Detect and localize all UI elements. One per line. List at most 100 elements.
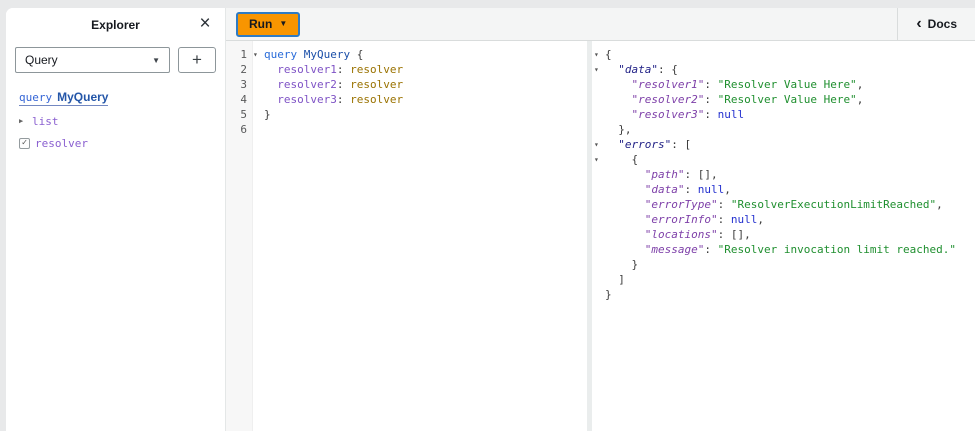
fold-gutter xyxy=(594,182,605,197)
line-number: 6 xyxy=(226,122,247,137)
fold-arrow-icon[interactable]: ▾ xyxy=(594,137,605,152)
line-text: "message": "Resolver invocation limit re… xyxy=(605,242,956,257)
response-line: "errorInfo": null, xyxy=(594,212,975,227)
line-text: } xyxy=(605,257,638,272)
tree-item-resolver[interactable]: ✓ resolver xyxy=(19,136,216,150)
response-pane: ▾{▾ "data": { "resolver1": "Resolver Val… xyxy=(592,41,975,431)
fold-gutter xyxy=(594,242,605,257)
line-text: "path": [], xyxy=(605,167,718,182)
explorer-panel: Explorer × Query ▼ + query MyQuery xyxy=(6,8,226,431)
fold-gutter xyxy=(253,77,264,92)
fold-gutter xyxy=(594,167,605,182)
tree-item-label: resolver xyxy=(35,137,88,150)
operation-type-row: Query ▼ + xyxy=(15,47,216,73)
fold-gutter xyxy=(594,122,605,137)
line-text: "resolver3": null xyxy=(605,107,744,122)
line-text: resolver2: resolver xyxy=(264,77,403,92)
operation-keyword: query xyxy=(19,91,52,104)
line-text: ] xyxy=(605,272,625,287)
fold-gutter xyxy=(594,212,605,227)
fold-arrow-icon[interactable]: ▾ xyxy=(594,62,605,77)
query-editor-pane[interactable]: 123456 ▾query MyQuery { resolver1: resol… xyxy=(226,41,587,431)
plus-icon: + xyxy=(192,50,202,70)
add-operation-button[interactable]: + xyxy=(178,47,216,73)
response-line: "errorType": "ResolverExecutionLimitReac… xyxy=(594,197,975,212)
code-line[interactable]: resolver3: resolver xyxy=(253,92,587,107)
line-number: 1 xyxy=(226,47,247,62)
line-text: "errors": [ xyxy=(605,137,691,152)
explorer-header: Explorer × xyxy=(6,8,225,41)
explorer-body: Query ▼ + query MyQuery ▶ list xyxy=(6,41,225,150)
line-text: "errorType": "ResolverExecutionLimitReac… xyxy=(605,197,943,212)
code-line[interactable] xyxy=(253,122,587,137)
expand-arrow-icon[interactable]: ▶ xyxy=(19,117,27,125)
fold-arrow-icon[interactable]: ▾ xyxy=(594,47,605,62)
response-line: "path": [], xyxy=(594,167,975,182)
fold-gutter xyxy=(594,92,605,107)
line-text: "resolver1": "Resolver Value Here", xyxy=(605,77,863,92)
line-text: "errorInfo": null, xyxy=(605,212,764,227)
line-number: 2 xyxy=(226,62,247,77)
response-line: "data": null, xyxy=(594,182,975,197)
operation-type-value: Query xyxy=(25,53,152,67)
line-text: { xyxy=(605,152,638,167)
chevron-down-icon: ▼ xyxy=(152,56,160,65)
fold-arrow-icon[interactable]: ▾ xyxy=(594,152,605,167)
schema-explorer-tree: query MyQuery ▶ list ✓ resolver xyxy=(15,90,216,150)
fold-gutter xyxy=(594,257,605,272)
editor-panes: 123456 ▾query MyQuery { resolver1: resol… xyxy=(226,41,975,431)
line-text: query MyQuery { xyxy=(264,47,363,62)
fold-gutter xyxy=(253,62,264,77)
docs-button-label: Docs xyxy=(928,17,957,31)
chevron-down-icon: ▼ xyxy=(279,19,287,28)
main-column: Run ▼ ‹ Docs 123456 ▾query MyQuery { res… xyxy=(226,8,975,431)
tree-item-list[interactable]: ▶ list xyxy=(19,114,216,128)
line-text: "locations": [], xyxy=(605,227,751,242)
fold-gutter xyxy=(594,272,605,287)
toolbar: Run ▼ ‹ Docs xyxy=(226,8,975,41)
line-text: } xyxy=(605,287,612,302)
line-text: "resolver2": "Resolver Value Here", xyxy=(605,92,863,107)
fold-gutter xyxy=(253,92,264,107)
line-text: "data": null, xyxy=(605,182,731,197)
explorer-title: Explorer xyxy=(91,18,140,32)
code-line[interactable]: ▾query MyQuery { xyxy=(253,47,587,62)
response-line: ] xyxy=(594,272,975,287)
line-text: "data": { xyxy=(605,62,678,77)
chevron-left-icon: ‹ xyxy=(916,16,921,32)
response-line: ▾ "errors": [ xyxy=(594,137,975,152)
line-text: { xyxy=(605,47,612,62)
line-number: 5 xyxy=(226,107,247,122)
check-icon: ✓ xyxy=(22,139,27,148)
response-line: } xyxy=(594,257,975,272)
close-icon: × xyxy=(199,13,210,35)
code-line[interactable]: } xyxy=(253,107,587,122)
response-line: }, xyxy=(594,122,975,137)
operation-title[interactable]: query MyQuery xyxy=(19,90,108,106)
fold-arrow-icon[interactable]: ▾ xyxy=(253,47,264,62)
fold-gutter xyxy=(594,107,605,122)
response-line: "locations": [], xyxy=(594,227,975,242)
response-line: } xyxy=(594,287,975,302)
code-line[interactable]: resolver1: resolver xyxy=(253,62,587,77)
fold-gutter xyxy=(594,287,605,302)
run-button-label: Run xyxy=(249,17,272,31)
response-line: ▾ "data": { xyxy=(594,62,975,77)
close-explorer-button[interactable]: × xyxy=(193,12,217,36)
line-text: }, xyxy=(605,122,632,137)
code-line[interactable]: resolver2: resolver xyxy=(253,77,587,92)
docs-button[interactable]: ‹ Docs xyxy=(897,8,975,40)
query-editor-window: Explorer × Query ▼ + query MyQuery xyxy=(6,8,975,431)
fold-gutter xyxy=(594,77,605,92)
checked-checkbox[interactable]: ✓ xyxy=(19,138,30,149)
operation-name: MyQuery xyxy=(57,90,108,104)
code-area[interactable]: ▾query MyQuery { resolver1: resolver res… xyxy=(253,41,587,431)
tree-item-label: list xyxy=(32,115,59,128)
response-line: ▾ { xyxy=(594,152,975,167)
operation-type-select[interactable]: Query ▼ xyxy=(15,47,170,73)
run-button[interactable]: Run ▼ xyxy=(236,12,300,37)
fold-gutter xyxy=(594,227,605,242)
line-text: resolver1: resolver xyxy=(264,62,403,77)
fold-gutter xyxy=(253,122,264,137)
line-text: } xyxy=(264,107,271,122)
